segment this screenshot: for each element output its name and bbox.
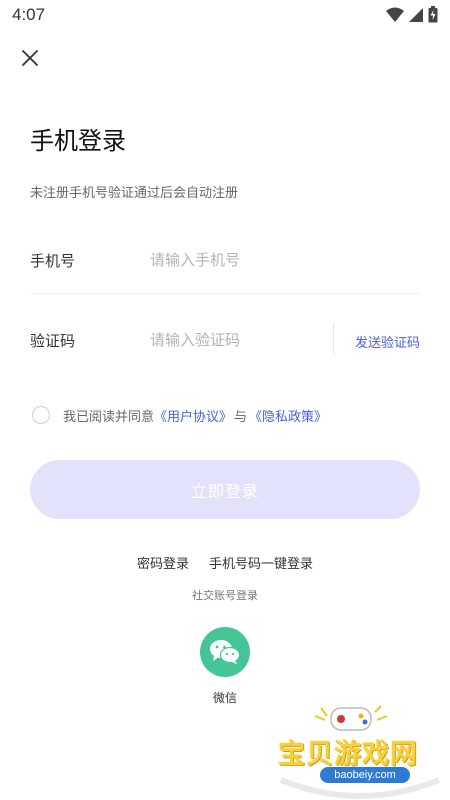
one-click-login-link[interactable]: 手机号码一键登录: [209, 553, 313, 572]
user-agreement-link[interactable]: 《用户协议》: [154, 406, 232, 425]
code-row: 验证码 发送验证码: [30, 304, 420, 374]
code-divider: [333, 322, 334, 354]
watermark-url: baobeiy.com: [320, 767, 410, 783]
send-code-button[interactable]: 发送验证码: [355, 332, 420, 351]
wechat-icon: [210, 640, 241, 665]
phone-row: 手机号: [30, 224, 420, 294]
phone-input[interactable]: [150, 246, 330, 274]
code-label: 验证码: [30, 332, 76, 350]
password-login-link[interactable]: 密码登录: [137, 553, 189, 572]
login-button[interactable]: 立即登录: [30, 460, 420, 519]
alt-logins: 密码登录 手机号码一键登录: [0, 553, 450, 572]
page-subtitle: 未注册手机号验证通过后会自动注册: [30, 186, 239, 201]
social-login-title: 社交账号登录: [192, 589, 258, 602]
watermark-logo: 宝贝游戏网 baobeiy.com: [270, 702, 450, 800]
status-bar: 4:07: [0, 0, 450, 32]
agreement-joiner: 与: [234, 409, 248, 425]
signal-icon: [408, 7, 424, 27]
code-input[interactable]: [150, 326, 330, 354]
page-title: 手机登录: [30, 127, 126, 155]
phone-label: 手机号: [30, 252, 76, 270]
close-icon: [22, 50, 38, 66]
status-icons: [386, 6, 438, 27]
privacy-policy-link[interactable]: 《隐私政策》: [249, 406, 327, 425]
agreement-checkbox[interactable]: [32, 406, 50, 424]
status-time: 4:07: [12, 5, 46, 24]
wechat-login-button[interactable]: [200, 627, 250, 677]
wifi-icon: [386, 7, 404, 27]
battery-icon: [428, 6, 438, 27]
agreement-prefix: 我已阅读并同意: [63, 409, 155, 425]
watermark-text: 宝贝游戏网: [278, 739, 418, 770]
close-button[interactable]: [18, 46, 42, 70]
agreement-row: 我已阅读并同意 《用户协议》 与 《隐私政策》: [32, 404, 327, 426]
